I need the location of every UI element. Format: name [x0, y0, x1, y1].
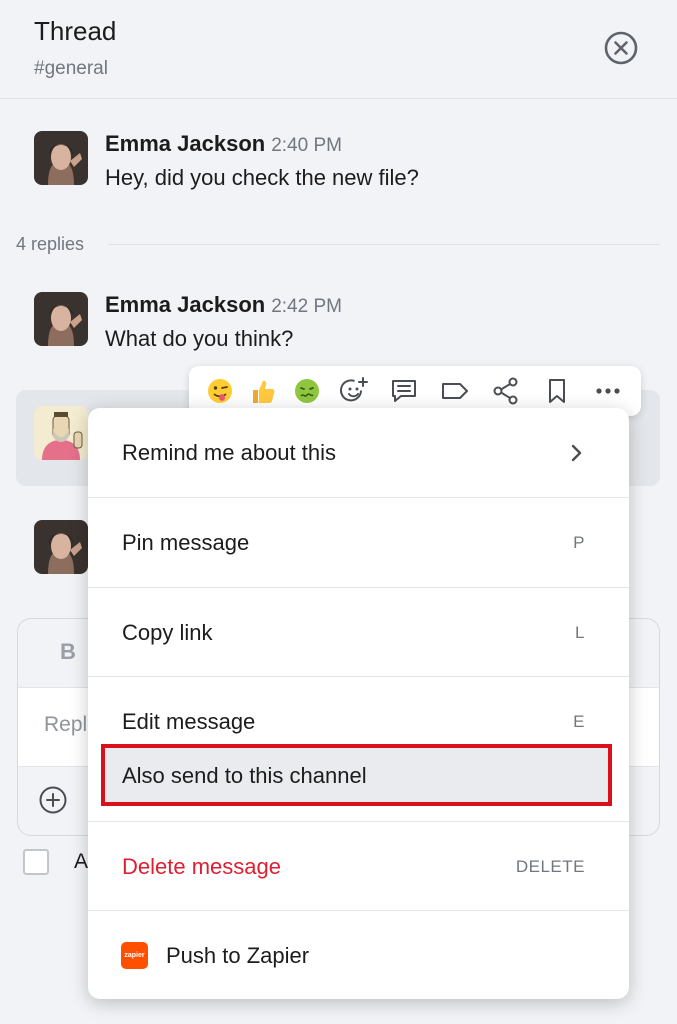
add-reaction-icon[interactable]: [339, 376, 369, 406]
message-text: What do you think?: [105, 326, 294, 351]
avatar[interactable]: [34, 131, 88, 185]
shortcut-key: L: [575, 623, 585, 642]
also-send-checkbox[interactable]: [23, 849, 49, 875]
menu-item-zapier[interactable]: Push to Zapier: [88, 911, 629, 999]
message-timestamp[interactable]: 2:40 PM: [271, 135, 342, 156]
reply-message[interactable]: Emma Jackson 2:42 PM What do you think?: [34, 292, 654, 352]
thread-title: Thread: [34, 16, 117, 46]
thread-header: Thread #general: [0, 0, 677, 99]
menu-item-delete[interactable]: Delete message DELETE: [88, 822, 629, 911]
more-icon[interactable]: [593, 376, 623, 406]
avatar[interactable]: [34, 406, 88, 460]
shortcut-key: P: [573, 533, 585, 552]
thumbs-up-emoji-icon[interactable]: [248, 376, 278, 406]
reply-placeholder: Repl: [44, 713, 88, 736]
replies-count: 4 replies: [16, 234, 85, 254]
shortcut-key: DELETE: [515, 857, 585, 876]
avatar[interactable]: [34, 520, 88, 574]
divider-line: [108, 244, 660, 245]
chevron-right-icon: [571, 444, 582, 462]
zapier-logo-icon: zapier: [121, 942, 148, 969]
avatar[interactable]: [34, 292, 88, 346]
menu-item-copy-link[interactable]: Copy link L: [88, 588, 629, 676]
message-timestamp[interactable]: 2:42 PM: [271, 296, 342, 317]
reply-in-thread-icon[interactable]: [389, 376, 419, 406]
author-name[interactable]: Emma Jackson: [105, 131, 265, 156]
nauseated-emoji-icon[interactable]: [292, 376, 322, 406]
winking-tongue-emoji-icon[interactable]: [205, 376, 235, 406]
shortcut-key: E: [573, 712, 585, 731]
menu-item-pin[interactable]: Pin message P: [88, 498, 629, 587]
also-send-label: A: [74, 850, 89, 873]
menu-item-remind[interactable]: Remind me about this: [88, 408, 629, 497]
replies-divider: 4 replies: [16, 232, 660, 258]
channel-name[interactable]: #general: [34, 58, 108, 80]
message-text: Hey, did you check the new file?: [105, 165, 419, 190]
menu-item-edit[interactable]: Edit message E: [88, 677, 629, 741]
label-icon[interactable]: [440, 376, 470, 406]
parent-message[interactable]: Emma Jackson 2:40 PM Hey, did you check t…: [34, 131, 654, 191]
close-icon[interactable]: [602, 29, 640, 67]
message-context-menu: Remind me about this Pin message P Copy …: [88, 408, 629, 999]
bold-button[interactable]: B: [60, 639, 76, 665]
bookmark-icon[interactable]: [542, 376, 572, 406]
menu-item-also-send[interactable]: Also send to this channel: [101, 744, 612, 806]
author-name[interactable]: Emma Jackson: [105, 292, 265, 317]
share-icon[interactable]: [491, 376, 521, 406]
add-attachment-icon[interactable]: [38, 785, 68, 815]
